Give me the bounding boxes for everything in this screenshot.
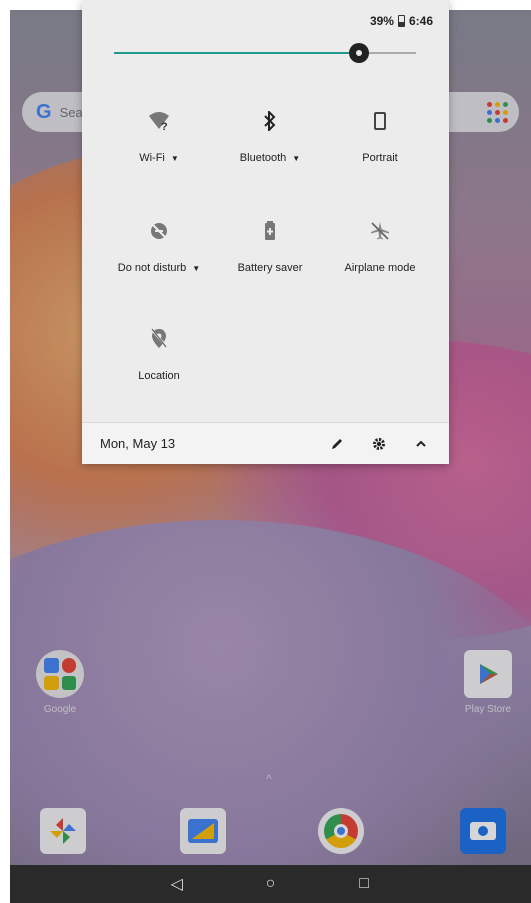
wifi-question-icon: ? <box>146 108 172 134</box>
svg-text:?: ? <box>161 121 168 131</box>
settings-gear-icon[interactable] <box>368 433 390 455</box>
home-button[interactable]: ○ <box>258 875 282 893</box>
clock: 6:46 <box>408 14 433 28</box>
tile-battery-saver[interactable]: Battery saver <box>210 218 330 288</box>
portrait-icon <box>367 108 393 134</box>
tile-label: Wi-Fi <box>139 152 165 164</box>
back-button[interactable]: ◁ <box>165 874 189 894</box>
status-bar: 39% 6:46 <box>370 14 433 28</box>
battery-percent: 39% <box>369 14 394 28</box>
quick-settings-panel: 39% 6:46 ? Wi-Fi ▼ Bluetooth ▼ Portrait Do… <box>82 0 449 464</box>
quick-settings-footer: Mon, May 13 <box>82 422 449 464</box>
bluetooth-icon <box>257 108 283 134</box>
location-off-icon <box>146 326 172 352</box>
tile-wifi[interactable]: ? Wi-Fi ▼ <box>99 108 219 178</box>
tile-label: Bluetooth <box>239 152 287 164</box>
recents-button[interactable]: □ <box>352 875 376 893</box>
tile-label: Airplane mode <box>344 262 416 274</box>
brightness-thumb-icon[interactable] <box>349 43 369 63</box>
dropdown-arrow-icon[interactable]: ▼ <box>192 264 200 273</box>
tile-bluetooth[interactable]: Bluetooth ▼ <box>210 108 330 178</box>
edit-pencil-icon[interactable] <box>326 433 348 455</box>
brightness-slider[interactable] <box>114 43 416 63</box>
dropdown-arrow-icon[interactable]: ▼ <box>292 154 300 163</box>
tile-label: Battery saver <box>237 262 303 274</box>
battery-icon <box>397 15 405 27</box>
tile-portrait[interactable]: Portrait <box>320 108 440 178</box>
tile-location[interactable]: Location <box>99 326 219 396</box>
tile-label: Do not disturb <box>117 262 187 274</box>
battery-saver-icon <box>257 218 283 244</box>
do-not-disturb-icon <box>146 218 172 244</box>
navigation-bar: ◁ ○ □ <box>10 865 531 903</box>
tile-label: Portrait <box>362 152 398 164</box>
tile-label: Location <box>138 370 180 382</box>
dropdown-arrow-icon[interactable]: ▼ <box>171 154 179 163</box>
brightness-track-fill <box>114 52 359 54</box>
date-label: Mon, May 13 <box>100 436 176 451</box>
airplane-mode-icon <box>367 218 393 244</box>
tile-airplane-mode[interactable]: Airplane mode <box>320 218 440 288</box>
collapse-chevron-up-icon[interactable] <box>410 433 432 455</box>
tile-do-not-disturb[interactable]: Do not disturb ▼ <box>99 218 219 288</box>
